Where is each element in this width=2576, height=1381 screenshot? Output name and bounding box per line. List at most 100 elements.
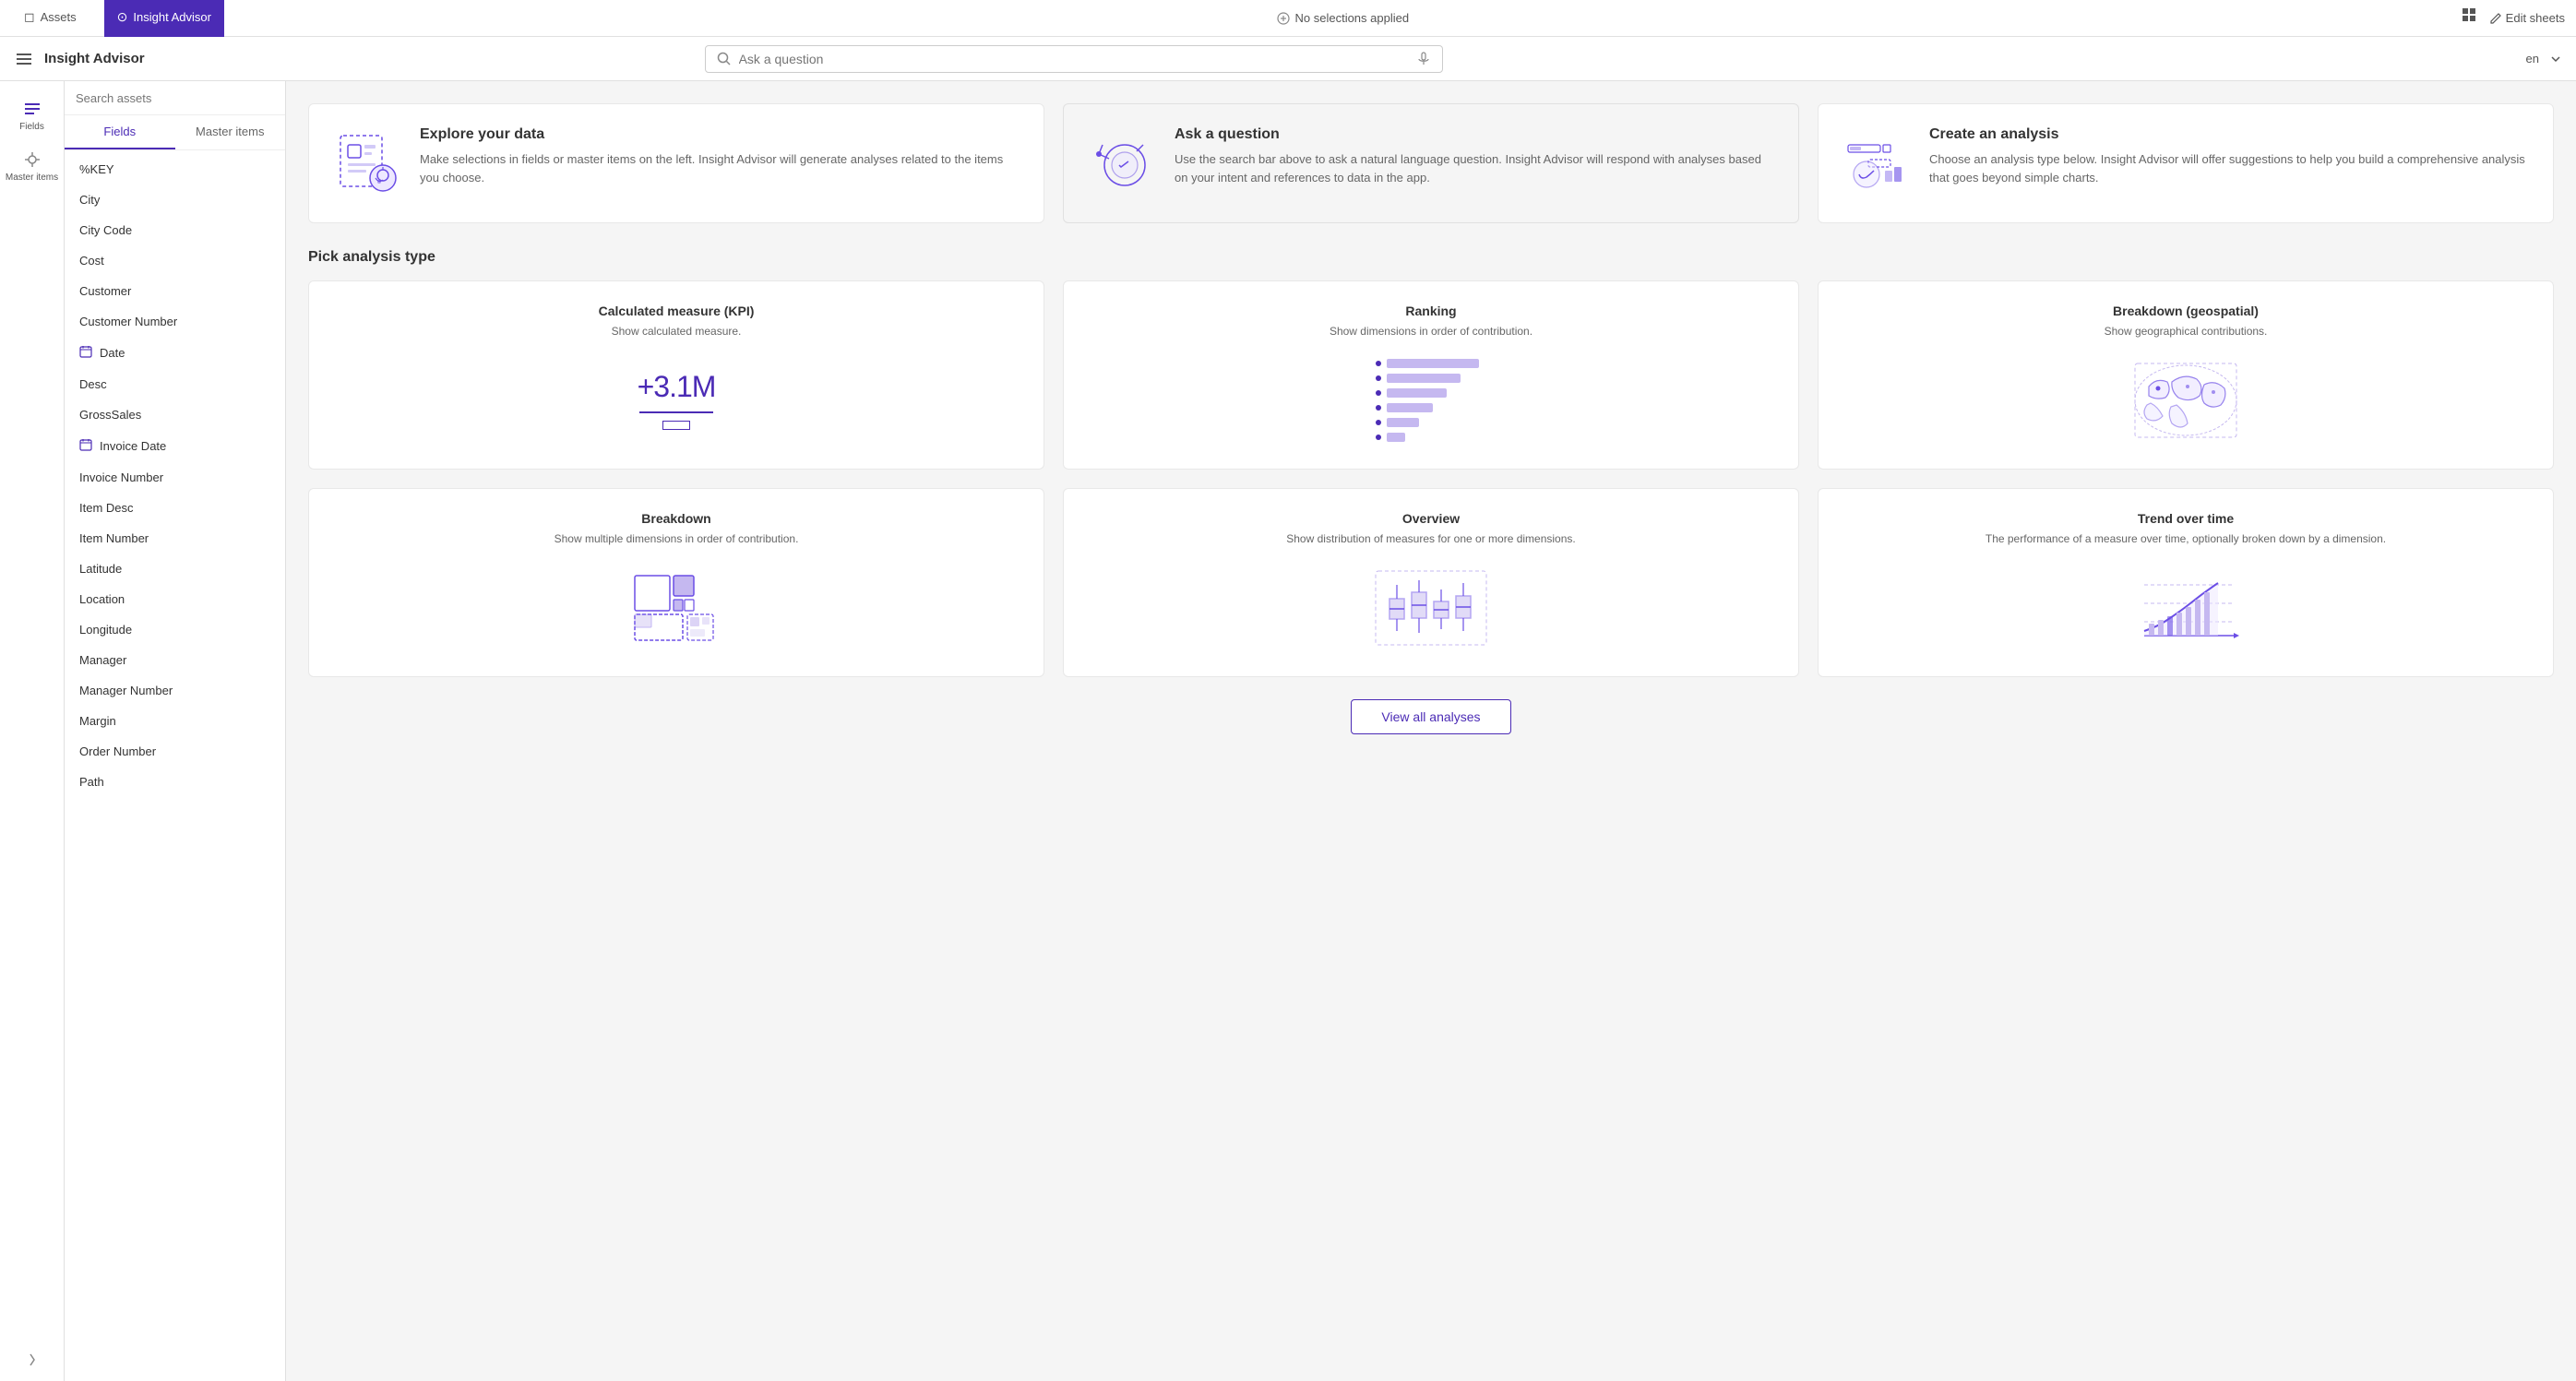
field-name: Cost [79,254,104,268]
rank-dot [1376,420,1381,425]
field-item-item-desc[interactable]: Item Desc [65,493,285,523]
search-bar[interactable] [705,45,1443,73]
search-right: en [2526,52,2561,65]
fields-list: %KEYCity City Code Cost Customer Customer Nu… [65,150,285,1381]
field-item-item-number[interactable]: Item Number [65,523,285,554]
selection-icon [1277,12,1290,25]
field-item-manager[interactable]: Manager [65,645,285,675]
field-item-order-number[interactable]: Order Number [65,736,285,767]
field-item-path[interactable]: Path [65,767,285,797]
kpi-value: +3.1M [638,370,716,404]
explore-card-body: Explore your data Make selections in fie… [420,126,1021,186]
field-item--key[interactable]: %KEY [65,154,285,185]
field-item-manager-number[interactable]: Manager Number [65,675,285,706]
kpi-box [662,421,690,430]
field-item-customer-number[interactable]: Customer Number [65,306,285,337]
field-name: Desc [79,377,107,391]
fields-search-container [65,81,285,115]
insight-icon: ⊙ [117,9,128,25]
overview-description: Show distribution of measures for one or… [1086,531,1776,547]
field-item-cost[interactable]: Cost [65,245,285,276]
rank-dot [1376,361,1381,366]
field-item-customer[interactable]: Customer [65,276,285,306]
selection-text: No selections applied [1295,11,1410,25]
fields-icon [23,100,42,118]
field-item-invoice-number[interactable]: Invoice Number [65,462,285,493]
overview-visual [1086,562,1776,654]
field-name: Path [79,775,104,789]
ranking-bars [1376,359,1486,442]
field-item-margin[interactable]: Margin [65,706,285,736]
tab-fields[interactable]: Fields [65,115,175,149]
collapse-icon [25,1352,40,1367]
trend-chart-illustration [2130,566,2241,649]
field-item-grosssales[interactable]: GrossSales [65,399,285,430]
field-name: GrossSales [79,408,141,422]
edit-sheets-button[interactable]: Edit sheets [2489,11,2565,25]
explore-description: Make selections in fields or master item… [420,150,1021,186]
trend-description: The performance of a measure over time, … [1841,531,2531,547]
explore-illustration [331,126,405,200]
rank-bar [1387,418,1419,427]
sidebar-item-master-items[interactable]: Master items [0,143,64,190]
sidebar-toggle-button[interactable] [15,41,33,77]
field-item-desc[interactable]: Desc [65,369,285,399]
field-item-location[interactable]: Location [65,584,285,614]
trend-visual [1841,562,2531,654]
analysis-card-geo[interactable]: Breakdown (geospatial) Show geographical… [1818,280,2554,470]
fields-icon-label: Fields [19,122,44,132]
field-item-latitude[interactable]: Latitude [65,554,285,584]
field-item-longitude[interactable]: Longitude [65,614,285,645]
rank-row-4 [1376,403,1486,412]
ranking-title: Ranking [1086,304,1776,318]
rank-bar [1387,433,1405,442]
analysis-card-ranking[interactable]: Ranking Show dimensions in order of cont… [1063,280,1799,470]
info-card-explore: Explore your data Make selections in fie… [308,103,1044,223]
field-item-invoice-date[interactable]: Invoice Date [65,430,285,462]
field-item-city-code[interactable]: City Code [65,215,285,245]
overview-boxplot-illustration [1371,566,1491,649]
question-input[interactable] [739,52,1409,66]
field-name: Manager Number [79,684,173,697]
create-card-body: Create an analysis Choose an analysis ty… [1929,126,2531,186]
master-items-icon-label: Master items [6,173,58,183]
ranking-visual [1086,354,1776,446]
second-bar: Insight Advisor en [0,37,2576,81]
field-name: Location [79,592,125,606]
collapse-button[interactable] [14,1341,51,1381]
tab-insight-advisor[interactable]: ⊙ Insight Advisor [104,0,224,37]
field-item-date[interactable]: Date [65,337,285,369]
ask-card-body: Ask a question Use the search bar above … [1175,126,1776,186]
nav-center: No selections applied [239,11,2447,25]
sidebar-toggle-icon [15,50,33,68]
analysis-card-overview[interactable]: Overview Show distribution of measures f… [1063,488,1799,677]
kpi-description: Show calculated measure. [331,324,1021,339]
geo-title: Breakdown (geospatial) [1841,304,2531,318]
sidebar-item-fields[interactable]: Fields [0,92,64,139]
language-selector[interactable]: en [2526,52,2539,65]
breakdown-title: Breakdown [331,511,1021,526]
rank-bar [1387,388,1447,398]
edit-sheets-label: Edit sheets [2506,11,2565,25]
analysis-card-breakdown[interactable]: Breakdown Show multiple dimensions in or… [308,488,1044,677]
rank-dot [1376,390,1381,396]
ask-description: Use the search bar above to ask a natura… [1175,150,1776,186]
section-title: Pick analysis type [308,249,2554,266]
tab-master-items[interactable]: Master items [175,115,286,149]
ranking-description: Show dimensions in order of contribution… [1086,324,1776,339]
rank-bar [1387,359,1479,368]
field-name: City Code [79,223,132,237]
analysis-card-trend[interactable]: Trend over time The performance of a mea… [1818,488,2554,677]
fields-panel: Fields Master items %KEYCity City Code Cos… [65,81,286,1381]
field-item-city[interactable]: City [65,185,285,215]
field-name: Customer [79,284,131,298]
fields-search-input[interactable] [76,91,274,105]
view-all-button[interactable]: View all analyses [1351,699,1510,734]
geo-visual [1841,354,2531,446]
create-description: Choose an analysis type below. Insight A… [1929,150,2531,186]
tab-assets[interactable]: ◻ Assets [11,0,89,37]
grid-view-button[interactable] [2462,7,2478,29]
tab-assets-label: Assets [41,10,77,24]
microphone-icon[interactable] [1416,52,1431,66]
analysis-card-kpi[interactable]: Calculated measure (KPI) Show calculated… [308,280,1044,470]
